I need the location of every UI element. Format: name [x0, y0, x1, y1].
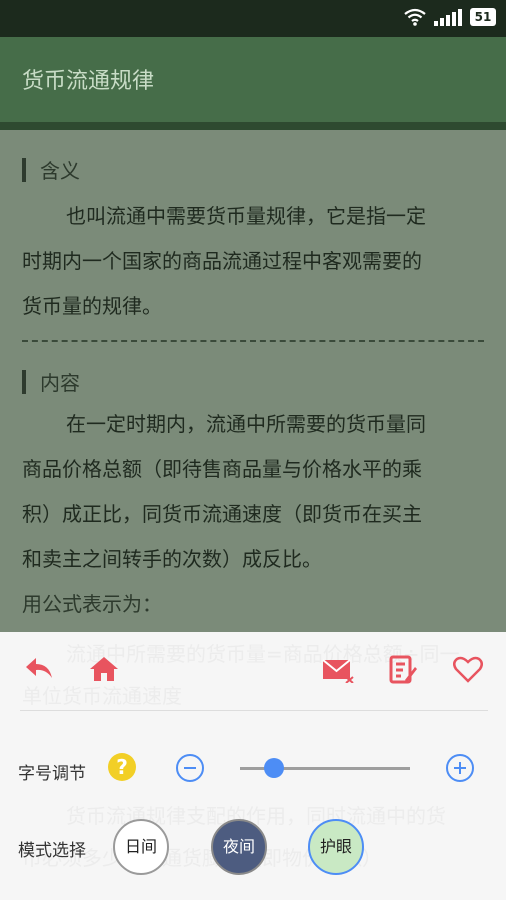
reading-settings-panel: 流通中所需要的货币量=商品价格总额÷同一 单位货币流通速度 货币流通规律支配的作…	[0, 632, 506, 900]
section-marker	[22, 369, 26, 394]
battery-icon: 51	[470, 8, 496, 26]
app-bar-shadow	[0, 122, 506, 130]
article-content: 含义 也叫流通中需要货币量规律，它是指一定 时期内一个国家的商品流通过程中客观需…	[0, 130, 506, 632]
paragraph-line: 时期内一个国家的商品流通过程中客观需要的	[22, 249, 422, 273]
page-title: 货币流通规律	[22, 69, 155, 94]
section-title-text: 含义	[40, 159, 80, 183]
status-icons: 51	[404, 8, 496, 26]
font-size-label: 字号调节	[18, 764, 86, 784]
signal-icon	[434, 9, 462, 26]
status-bar: 51	[0, 0, 506, 37]
app-bar: 货币流通规律	[0, 37, 506, 122]
wifi-icon	[404, 8, 426, 26]
paragraph-line: 也叫流通中需要货币量规律，它是指一定	[66, 204, 426, 228]
notes-icon[interactable]	[388, 655, 418, 685]
paragraph-line: 和卖主之间转手的次数）成反比。	[22, 547, 322, 571]
paragraph-line: 商品价格总额（即待售商品量与价格水平的乘	[22, 457, 422, 481]
formula-label: 用公式表示为：	[22, 592, 162, 616]
increase-font-button[interactable]	[446, 754, 474, 782]
paragraph-content: 在一定时期内，流通中所需要的货币量同 商品价格总额（即待售商品量与价格水平的乘 …	[22, 402, 484, 582]
section-title-meaning: 含义	[22, 155, 80, 184]
toolbar-divider	[20, 710, 488, 711]
font-size-slider-thumb[interactable]	[264, 758, 284, 778]
day-mode-button[interactable]: 日间	[113, 819, 169, 875]
favorite-icon[interactable]	[453, 656, 483, 683]
back-icon[interactable]	[24, 656, 54, 682]
paragraph-line: 在一定时期内，流通中所需要的货币量同	[66, 412, 426, 436]
decrease-font-button[interactable]	[176, 754, 204, 782]
paragraph-meaning: 也叫流通中需要货币量规律，它是指一定 时期内一个国家的商品流通过程中客观需要的 …	[22, 194, 484, 329]
night-mode-button[interactable]: 夜间	[211, 819, 267, 875]
section-marker	[22, 157, 26, 182]
section-title-text: 内容	[40, 371, 80, 395]
eye-care-mode-button[interactable]: 护眼	[308, 819, 364, 875]
section-title-content: 内容	[22, 367, 80, 396]
mode-label: 模式选择	[18, 841, 86, 861]
paragraph-line: 货币量的规律。	[22, 294, 162, 318]
mail-icon[interactable]	[322, 659, 354, 683]
home-icon[interactable]	[89, 655, 119, 683]
section-divider	[22, 340, 484, 342]
help-icon[interactable]: ?	[108, 753, 136, 781]
paragraph-line: 积）成正比，同货币流通速度（即货币在买主	[22, 502, 422, 526]
background-text-line: 单位货币流通速度	[22, 684, 182, 708]
